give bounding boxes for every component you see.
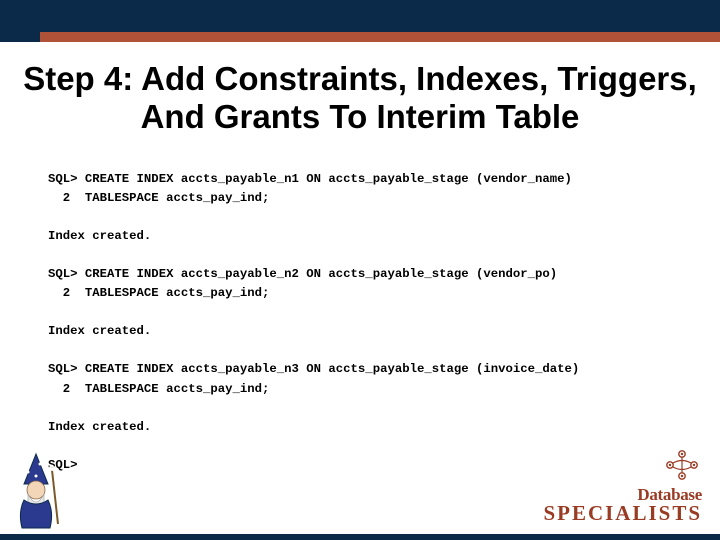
code-line: 2 TABLESPACE accts_pay_ind; xyxy=(48,382,269,396)
code-line: 2 TABLESPACE accts_pay_ind; xyxy=(48,191,269,205)
code-line: SQL> CREATE INDEX accts_payable_n2 ON ac… xyxy=(48,267,557,281)
header-bar-dark xyxy=(0,0,720,32)
code-line: Index created. xyxy=(48,420,151,434)
code-line: Index created. xyxy=(48,324,151,338)
code-line: SQL> CREATE INDEX accts_payable_n1 ON ac… xyxy=(48,172,572,186)
wizard-icon xyxy=(6,450,66,530)
company-logo: Database SPECIALISTS xyxy=(543,450,702,526)
code-line: SQL> CREATE INDEX accts_payable_n3 ON ac… xyxy=(48,362,579,376)
slide-title: Step 4: Add Constraints, Indexes, Trigge… xyxy=(0,60,720,136)
code-line: 2 TABLESPACE accts_pay_ind; xyxy=(48,286,269,300)
code-line: Index created. xyxy=(48,229,151,243)
code-block: SQL> CREATE INDEX accts_payable_n1 ON ac… xyxy=(48,170,700,475)
logo-text-line2: SPECIALISTS xyxy=(543,501,702,526)
logo-mark-icon xyxy=(662,450,702,480)
footer-bar xyxy=(0,534,720,540)
header-bar-corner xyxy=(0,32,40,42)
header-bar-red xyxy=(40,32,720,42)
